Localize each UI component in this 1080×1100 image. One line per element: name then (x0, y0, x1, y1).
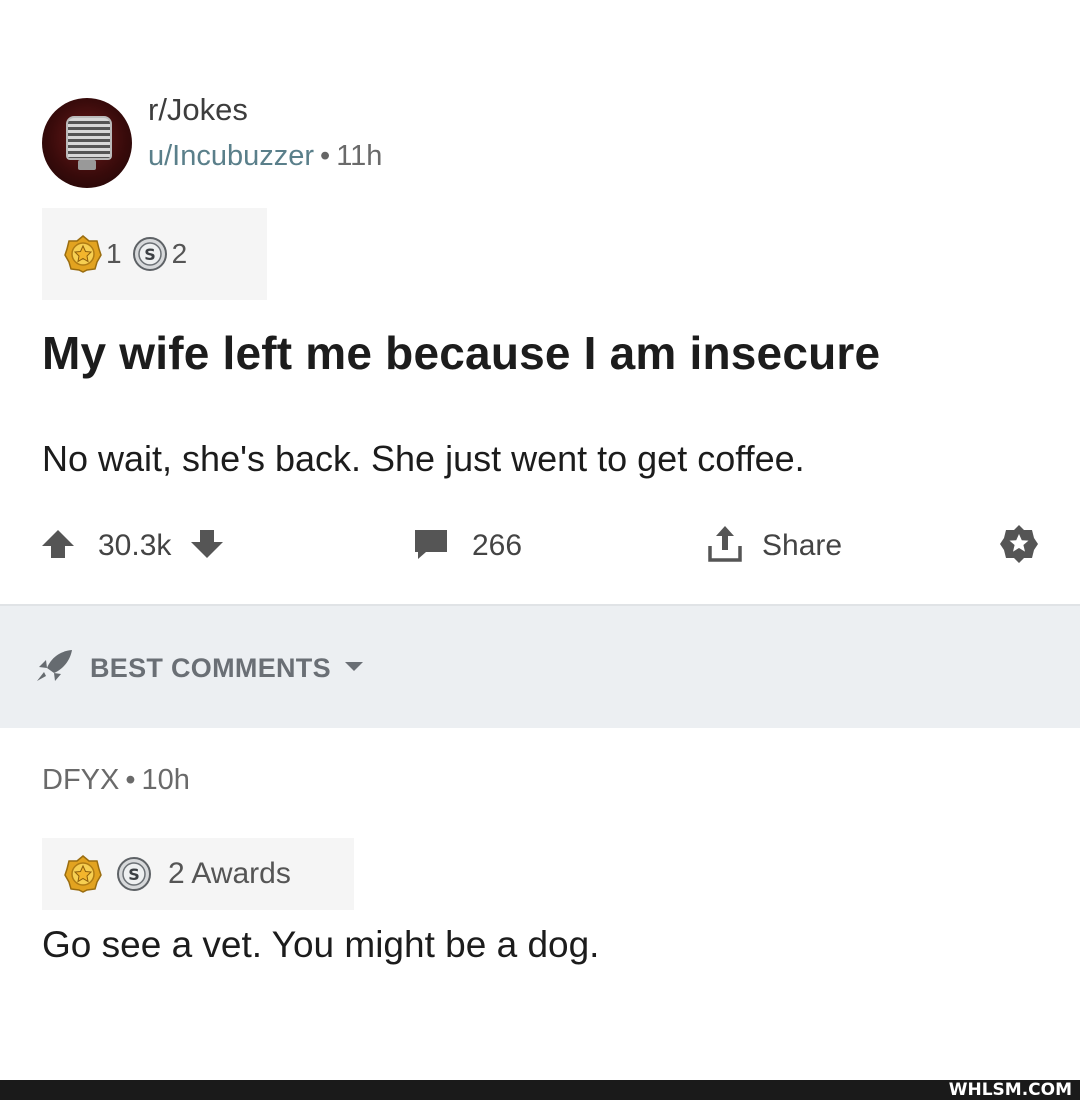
upvote-arrow-icon[interactable] (40, 526, 76, 567)
downvote-arrow-icon[interactable] (189, 526, 225, 567)
comments-button[interactable]: 266 (412, 518, 522, 574)
post-title[interactable]: My wife left me because I am insecure (42, 326, 880, 380)
save-button[interactable] (998, 518, 1040, 574)
post-body: No wait, she's back. She just went to ge… (42, 438, 805, 479)
post-age: 11h (336, 140, 383, 172)
post-awards[interactable]: 1 S 2 (42, 208, 267, 300)
post-action-bar: 30.3k 266 Share (0, 518, 1080, 574)
microphone-icon (66, 116, 112, 160)
watermark-bar: WHLSM.COM (0, 1080, 1080, 1100)
comment-body: Go see a vet. You might be a dog. (42, 924, 600, 965)
gold-award-icon (64, 235, 102, 273)
post-header: r/Jokes u/Incubuzzer • 11h (40, 92, 640, 192)
vote-controls: 30.3k (40, 518, 225, 574)
author-link[interactable]: u/Incubuzzer (148, 140, 314, 172)
sort-label: BEST COMMENTS (90, 653, 331, 683)
comment-sort-bar: BEST COMMENTS (0, 604, 1080, 728)
share-label: Share (762, 529, 843, 562)
watermark-text: WHLSM.COM (948, 1080, 1072, 1100)
save-star-icon (998, 523, 1040, 570)
comment-awards-label: 2 Awards (168, 857, 291, 890)
microphone-base (78, 160, 96, 170)
svg-text:S: S (128, 865, 140, 884)
comment-bubble-icon (412, 526, 450, 567)
share-button[interactable]: Share (706, 518, 842, 574)
sort-dropdown[interactable]: BEST COMMENTS (34, 648, 365, 689)
comment-count: 266 (472, 529, 523, 562)
comment-meta: DFYX • 10h (42, 764, 190, 797)
gold-award-count: 1 (106, 238, 122, 269)
subreddit-name[interactable]: r/Jokes (148, 92, 248, 128)
subreddit-avatar[interactable] (42, 98, 132, 188)
silver-award-icon: S (132, 236, 168, 272)
byline-separator: • (320, 140, 331, 172)
silver-award-icon: S (116, 856, 152, 892)
svg-text:S: S (144, 245, 156, 264)
rocket-icon (34, 648, 76, 689)
share-upload-icon (706, 524, 744, 569)
comment-age: 10h (141, 764, 190, 796)
post-byline: u/Incubuzzer • 11h (148, 140, 382, 173)
silver-award-count: 2 (171, 238, 188, 269)
vote-score: 30.3k (98, 529, 172, 562)
caret-down-icon (343, 659, 365, 678)
comment-separator: • (125, 764, 136, 796)
comment-awards[interactable]: S 2 Awards (42, 838, 354, 910)
comment-author[interactable]: DFYX (42, 764, 119, 796)
gold-award-icon (64, 855, 102, 893)
